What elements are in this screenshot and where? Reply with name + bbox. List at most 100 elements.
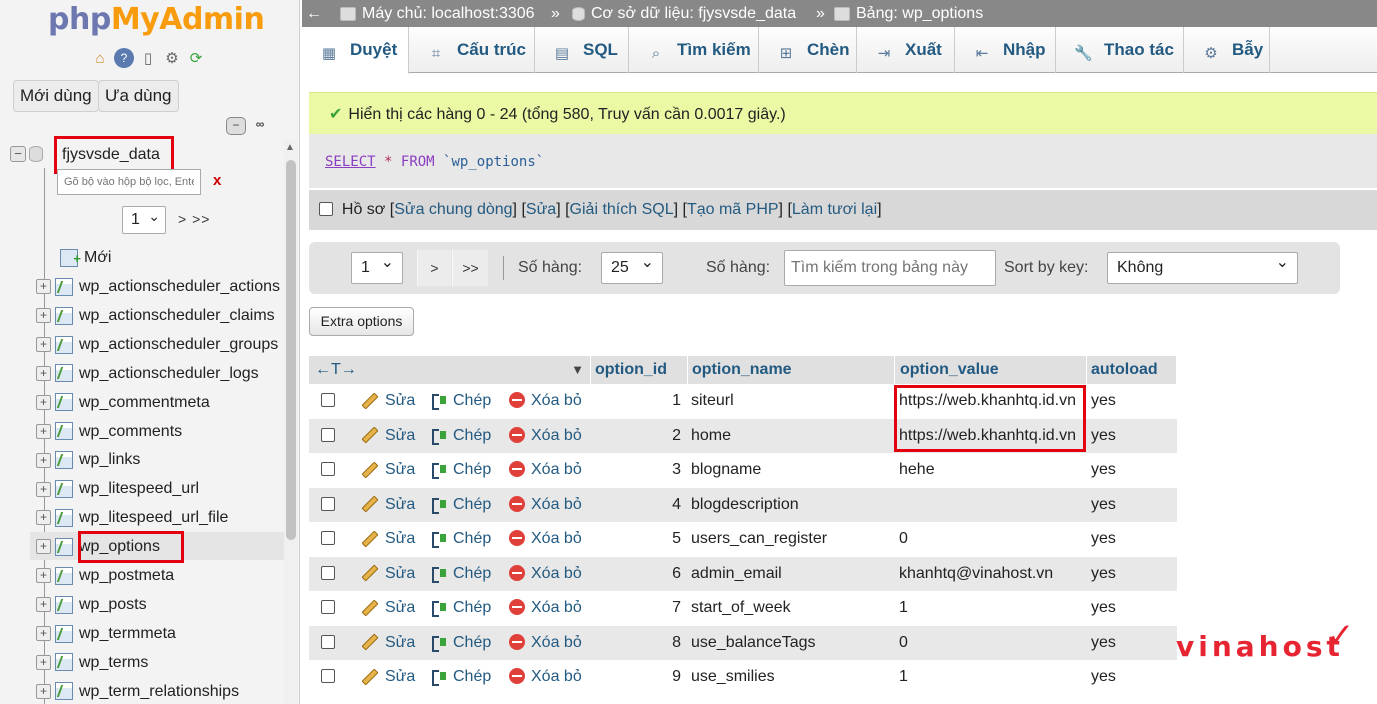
delete-row-button[interactable]: Xóa bỏ bbox=[509, 384, 582, 418]
edit-row-button[interactable]: Sửa bbox=[361, 557, 415, 591]
recent-tables-button[interactable]: Mới dùng bbox=[13, 80, 99, 112]
row-checkbox[interactable] bbox=[321, 496, 335, 511]
cell-option-name[interactable]: siteurl bbox=[691, 384, 734, 418]
row-checkbox[interactable] bbox=[321, 462, 335, 476]
cell-option-id[interactable]: 2 bbox=[591, 419, 681, 453]
edit-row-button[interactable]: Sửa bbox=[361, 384, 415, 418]
refresh-link[interactable]: Làm tươi lại bbox=[792, 201, 877, 218]
cell-option-id[interactable]: 5 bbox=[591, 522, 681, 556]
back-arrow-icon[interactable]: ← bbox=[306, 0, 322, 27]
expand-icon[interactable]: + bbox=[36, 654, 51, 670]
tab-structure[interactable]: ⌗ Cấu trúc bbox=[409, 27, 535, 73]
cell-autoload[interactable]: yes bbox=[1091, 419, 1116, 453]
sidebar-item-wp-commentmeta[interactable]: + wp_commentmeta bbox=[36, 391, 286, 415]
last-page-button[interactable]: >> bbox=[452, 250, 488, 286]
page-select[interactable]: 1 ⌄ bbox=[351, 252, 403, 284]
expand-icon[interactable]: + bbox=[36, 510, 51, 526]
column-header-autoload[interactable]: autoload bbox=[1087, 356, 1177, 384]
edit-query-link[interactable]: Sửa bbox=[526, 201, 556, 218]
table-filter-input[interactable] bbox=[57, 169, 201, 195]
cell-option-name[interactable]: admin_email bbox=[691, 557, 782, 591]
collapse-db-icon[interactable]: − bbox=[10, 145, 26, 162]
docs-icon[interactable]: ▯ bbox=[138, 48, 158, 68]
expand-icon[interactable]: + bbox=[36, 626, 51, 642]
expand-icon[interactable]: + bbox=[36, 394, 51, 410]
delete-row-button[interactable]: Xóa bỏ bbox=[509, 557, 582, 591]
tab-export[interactable]: ⇥ Xuất bbox=[857, 27, 955, 73]
cell-option-id[interactable]: 3 bbox=[591, 453, 681, 487]
breadcrumb-database[interactable]: Cơ sở dữ liệu: fjysvsde_data bbox=[572, 0, 796, 27]
sidebar-item-wp-postmeta[interactable]: + wp_postmeta bbox=[36, 564, 286, 588]
delete-row-button[interactable]: Xóa bỏ bbox=[509, 626, 582, 660]
clear-filter-button[interactable]: x bbox=[213, 172, 221, 189]
tab-sql[interactable]: ▤ SQL bbox=[535, 27, 629, 73]
sidebar-item-wp-actionscheduler-groups[interactable]: + wp_actionscheduler_groups bbox=[36, 333, 286, 357]
cell-option-name[interactable]: blogdescription bbox=[691, 488, 799, 522]
copy-row-button[interactable]: Chép bbox=[431, 591, 491, 625]
cell-autoload[interactable]: yes bbox=[1091, 488, 1116, 522]
cell-autoload[interactable]: yes bbox=[1091, 557, 1116, 591]
sidebar-item-wp-links[interactable]: + wp_links bbox=[36, 448, 286, 472]
cell-option-name[interactable]: home bbox=[691, 419, 731, 453]
cell-option-name[interactable]: start_of_week bbox=[691, 591, 791, 625]
delete-row-button[interactable]: Xóa bỏ bbox=[509, 488, 582, 522]
cell-option-name[interactable]: users_can_register bbox=[691, 522, 827, 556]
nav-scroll-thumb[interactable] bbox=[286, 160, 296, 540]
cell-option-name[interactable]: blogname bbox=[691, 453, 761, 487]
cell-option-name[interactable]: use_smilies bbox=[691, 660, 775, 694]
favorite-tables-button[interactable]: Ưa dùng bbox=[98, 80, 179, 112]
profiling-checkbox[interactable] bbox=[319, 202, 333, 216]
tab-operations[interactable]: 🔧 Thao tác bbox=[1056, 27, 1184, 73]
cell-option-id[interactable]: 9 bbox=[591, 660, 681, 694]
cell-autoload[interactable]: yes bbox=[1091, 384, 1116, 418]
cell-autoload[interactable]: yes bbox=[1091, 660, 1116, 694]
tab-triggers[interactable]: ⚙ Bẫy bbox=[1184, 27, 1270, 73]
delete-row-button[interactable]: Xóa bỏ bbox=[509, 453, 582, 487]
expand-icon[interactable]: + bbox=[36, 568, 51, 584]
cell-option-name[interactable]: use_balanceTags bbox=[691, 626, 816, 660]
delete-row-button[interactable]: Xóa bỏ bbox=[509, 419, 582, 453]
expand-icon[interactable]: + bbox=[36, 423, 51, 439]
tab-import[interactable]: ⇤ Nhập bbox=[955, 27, 1056, 73]
copy-row-button[interactable]: Chép bbox=[431, 384, 491, 418]
create-php-link[interactable]: Tạo mã PHP bbox=[687, 201, 779, 218]
copy-row-button[interactable]: Chép bbox=[431, 522, 491, 556]
column-header-option-name[interactable]: option_name bbox=[688, 356, 895, 384]
extra-options-button[interactable]: Extra options bbox=[309, 307, 414, 336]
collapse-all-icon[interactable]: − bbox=[226, 117, 246, 135]
reload-icon[interactable]: ⟳ bbox=[186, 48, 206, 68]
help-icon[interactable]: ? bbox=[114, 48, 134, 68]
cell-option-id[interactable]: 4 bbox=[591, 488, 681, 522]
delete-row-button[interactable]: Xóa bỏ bbox=[509, 522, 582, 556]
edit-row-button[interactable]: Sửa bbox=[361, 626, 415, 660]
sidebar-item-wp-litespeed-url[interactable]: + wp_litespeed_url bbox=[36, 477, 286, 501]
expand-icon[interactable]: + bbox=[36, 597, 51, 613]
scroll-up-arrow[interactable]: ▲ bbox=[285, 142, 295, 153]
row-checkbox[interactable] bbox=[321, 531, 335, 545]
breadcrumb-server[interactable]: Máy chủ: localhost:3306 bbox=[340, 0, 535, 27]
edit-row-button[interactable]: Sửa bbox=[361, 453, 415, 487]
sidebar-item-wp-actionscheduler-logs[interactable]: + wp_actionscheduler_logs bbox=[36, 362, 286, 386]
new-table-link[interactable]: Mới bbox=[60, 246, 111, 271]
cell-option-value[interactable]: 0 bbox=[899, 626, 908, 660]
sidebar-item-wp-posts[interactable]: + wp_posts bbox=[36, 593, 286, 617]
cell-autoload[interactable]: yes bbox=[1091, 453, 1116, 487]
cell-option-value[interactable]: khanhtq@vinahost.vn bbox=[899, 557, 1053, 591]
expand-icon[interactable]: + bbox=[36, 365, 51, 381]
expand-icon[interactable]: + bbox=[36, 337, 51, 353]
gear-icon[interactable]: ⚙ bbox=[162, 48, 182, 68]
row-checkbox[interactable] bbox=[321, 427, 335, 442]
row-checkbox[interactable] bbox=[321, 634, 335, 649]
row-checkbox[interactable] bbox=[321, 669, 335, 683]
explain-sql-link[interactable]: Giải thích SQL bbox=[570, 201, 674, 218]
cell-autoload[interactable]: yes bbox=[1091, 626, 1116, 660]
copy-row-button[interactable]: Chép bbox=[431, 660, 491, 694]
cell-option-id[interactable]: 1 bbox=[591, 384, 681, 418]
sidebar-item-wp-actionscheduler-claims[interactable]: + wp_actionscheduler_claims bbox=[36, 304, 286, 328]
breadcrumb-table[interactable]: Bảng: wp_options bbox=[834, 0, 983, 27]
cell-autoload[interactable]: yes bbox=[1091, 591, 1116, 625]
sort-by-key-select[interactable]: Không ⌄ bbox=[1107, 252, 1298, 284]
tab-insert[interactable]: ⊞ Chèn bbox=[759, 27, 857, 73]
cell-option-value[interactable]: hehe bbox=[899, 453, 935, 487]
edit-row-button[interactable]: Sửa bbox=[361, 591, 415, 625]
